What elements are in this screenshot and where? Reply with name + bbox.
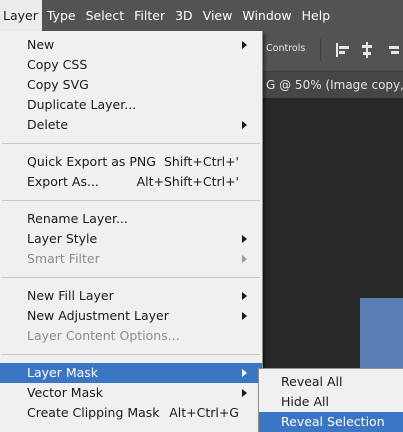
menu-window[interactable]: Window <box>237 0 296 31</box>
document-tab[interactable]: G @ 50% (Image copy, <box>262 72 403 98</box>
align-right-edges-icon[interactable] <box>388 41 403 59</box>
menu-separator <box>2 200 260 201</box>
menu-item-label: Layer Style <box>27 231 98 246</box>
menu-item-rename-layer[interactable]: Rename Layer... <box>0 209 262 229</box>
menu-item-label: New <box>27 37 55 52</box>
menu-item-vector-mask[interactable]: Vector Mask <box>0 383 262 403</box>
menu-item-new-adjustment-layer[interactable]: New Adjustment Layer <box>0 306 262 326</box>
menu-item-smart-filter: Smart Filter <box>0 249 262 269</box>
menu-layer[interactable]: Layer <box>0 0 42 31</box>
menu-item-label: Reveal Selection <box>281 414 385 429</box>
menu-separator <box>2 354 260 355</box>
menu-item-label: Quick Export as PNG <box>27 154 156 169</box>
menu-group-masks: Layer Mask Vector Mask Create Clipping M… <box>0 359 262 427</box>
layer-menu-dropdown: New Copy CSS Copy SVG Duplicate Layer...… <box>0 31 263 432</box>
menu-item-label: Copy CSS <box>27 57 88 72</box>
menu-separator <box>2 143 260 144</box>
menu-item-label: New Fill Layer <box>27 288 114 303</box>
options-divider <box>320 39 321 61</box>
submenu-arrow-icon <box>242 292 247 300</box>
submenu-item-hide-all[interactable]: Hide All <box>259 392 403 412</box>
menu-separator <box>2 277 260 278</box>
menu-item-duplicate-layer[interactable]: Duplicate Layer... <box>0 95 262 115</box>
menu-item-label: Layer Content Options... <box>27 328 180 343</box>
menu-item-export-as[interactable]: Export As... Alt+Shift+Ctrl+' <box>0 172 262 192</box>
menu-item-label: Create Clipping Mask <box>27 405 160 420</box>
menu-item-label: Vector Mask <box>27 385 104 400</box>
menu-item-layer-content-options: Layer Content Options... <box>0 326 262 346</box>
menu-item-copy-css[interactable]: Copy CSS <box>0 55 262 75</box>
submenu-item-reveal-selection[interactable]: Reveal Selection <box>259 412 403 432</box>
menu-item-label: Hide All <box>281 394 329 409</box>
menu-type[interactable]: Type <box>42 0 81 31</box>
menu-help[interactable]: Help <box>297 0 336 31</box>
submenu-arrow-icon <box>242 235 247 243</box>
menu-item-layer-mask[interactable]: Layer Mask <box>0 363 262 383</box>
submenu-arrow-icon <box>242 369 247 377</box>
menu-item-label: Smart Filter <box>27 251 100 266</box>
menu-item-label: Copy SVG <box>27 77 89 92</box>
menu-item-copy-svg[interactable]: Copy SVG <box>0 75 262 95</box>
menu-item-new-fill-layer[interactable]: New Fill Layer <box>0 286 262 306</box>
submenu-arrow-icon <box>242 389 247 397</box>
menu-item-layer-style[interactable]: Layer Style <box>0 229 262 249</box>
menu-item-quick-export-png[interactable]: Quick Export as PNG Shift+Ctrl+' <box>0 152 262 172</box>
menu-item-label: Reveal All <box>281 374 343 389</box>
align-vertical-centers-icon[interactable] <box>358 41 376 59</box>
menu-item-create-clipping-mask[interactable]: Create Clipping Mask Alt+Ctrl+G <box>0 403 262 423</box>
menu-item-delete[interactable]: Delete <box>0 115 262 135</box>
menu-select[interactable]: Select <box>81 0 130 31</box>
photoshop-window: Layer Type Select Filter 3D View Window … <box>0 0 403 432</box>
menu-item-new[interactable]: New <box>0 35 262 55</box>
align-left-edges-icon[interactable] <box>334 41 352 59</box>
submenu-arrow-icon <box>242 255 247 263</box>
menu-item-label: New Adjustment Layer <box>27 308 169 323</box>
submenu-arrow-icon <box>242 121 247 129</box>
menu-bar: Layer Type Select Filter 3D View Window … <box>0 0 403 31</box>
menu-item-label: Export As... <box>27 174 99 189</box>
menu-item-shortcut: Alt+Shift+Ctrl+' <box>136 174 239 189</box>
menu-group-fill-adjust: New Fill Layer New Adjustment Layer Laye… <box>0 282 262 350</box>
menu-group-style: Rename Layer... Layer Style Smart Filter <box>0 205 262 273</box>
menu-filter[interactable]: Filter <box>129 0 170 31</box>
menu-group-create: New Copy CSS Copy SVG Duplicate Layer...… <box>0 31 262 139</box>
menu-item-label: Delete <box>27 117 69 132</box>
menu-item-label: Rename Layer... <box>27 211 128 226</box>
menu-item-shortcut: Shift+Ctrl+' <box>163 154 239 169</box>
menu-item-label: Duplicate Layer... <box>27 97 137 112</box>
submenu-item-reveal-all[interactable]: Reveal All <box>259 372 403 392</box>
submenu-arrow-icon <box>242 312 247 320</box>
show-transform-controls-label[interactable]: Controls <box>266 43 305 54</box>
menu-item-shortcut: Alt+Ctrl+G <box>169 405 239 420</box>
menu-group-export: Quick Export as PNG Shift+Ctrl+' Export A… <box>0 148 262 196</box>
layer-mask-submenu: Reveal All Hide All Reveal Selection <box>258 368 403 432</box>
menu-view[interactable]: View <box>198 0 238 31</box>
menu-item-label: Layer Mask <box>27 365 99 380</box>
menu-3d[interactable]: 3D <box>170 0 198 31</box>
submenu-arrow-icon <box>242 41 247 49</box>
